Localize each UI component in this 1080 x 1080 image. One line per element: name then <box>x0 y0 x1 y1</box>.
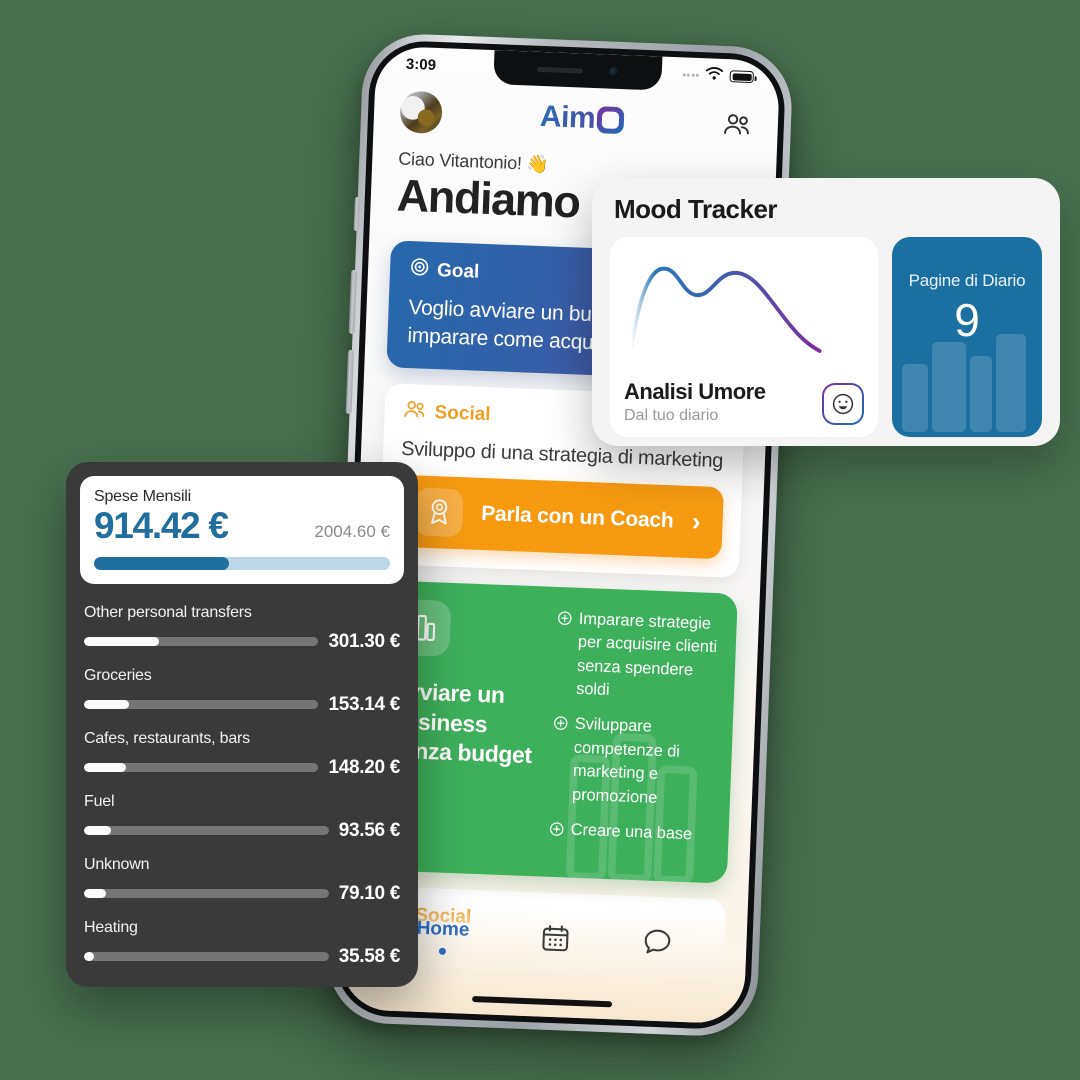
plus-circle-icon <box>555 609 573 701</box>
expense-row-fill <box>84 826 111 836</box>
expense-row-name: Heating <box>84 918 138 936</box>
mood-tracker-body: Analisi Umore Dal tuo diario Pagine di D… <box>610 237 1042 437</box>
expense-row[interactable]: Fuel 93.56 € <box>84 793 400 842</box>
expense-row-value: 153.14 € <box>328 693 400 715</box>
expense-row-fill <box>84 700 129 710</box>
expenses-amount-row: 914.42 € 2004.60 € <box>94 505 390 546</box>
expense-row-fill <box>84 763 127 773</box>
diary-pages-tile[interactable]: Pagine di Diario 9 <box>892 237 1042 437</box>
target-icon <box>410 257 430 283</box>
smiley-face-icon[interactable] <box>822 383 864 425</box>
diary-pages-label: Pagine di Diario <box>908 271 1026 290</box>
expenses-progress-fill <box>94 556 229 570</box>
aim-logo-mark-icon <box>596 105 625 134</box>
expense-row-value: 35.58 € <box>338 945 401 967</box>
calendar-icon <box>540 923 571 959</box>
people-icon <box>402 400 427 425</box>
expense-row-track <box>84 637 319 647</box>
status-time: 3:09 <box>405 55 437 74</box>
expense-row[interactable]: Groceries 153.14 € <box>84 667 400 716</box>
tab-home-label: Home <box>416 917 470 941</box>
expense-row-track <box>84 763 319 773</box>
expense-row-fill <box>84 637 160 647</box>
expense-row-value: 79.10 € <box>338 882 401 904</box>
expense-row[interactable]: Cafes, restaurants, bars 148.20 € <box>84 730 400 779</box>
mood-analysis-subtitle: Dal tuo diario <box>624 407 719 424</box>
signal-dots-icon <box>682 72 699 77</box>
plus-circle-icon <box>549 820 564 844</box>
battery-icon <box>729 70 754 84</box>
expense-row-track <box>84 889 329 899</box>
tab-home[interactable]: Home <box>416 918 470 956</box>
mood-line-chart <box>624 249 864 361</box>
expense-row-fill <box>84 889 107 899</box>
front-camera-icon <box>608 66 620 78</box>
expense-row-name: Cafes, restaurants, bars <box>84 729 250 747</box>
list-item: Creare una base <box>549 818 711 850</box>
tab-calendar[interactable] <box>540 923 571 959</box>
list-item-label: Creare una base <box>570 820 693 844</box>
expense-row[interactable]: Heating 35.58 € <box>84 919 400 968</box>
diary-pages-value: 9 <box>954 294 980 346</box>
list-item-label: Sviluppare competenze di marketing e pro… <box>571 715 681 807</box>
expense-row-fill <box>84 952 94 962</box>
mood-tracker-card: Mood Tracker Analisi Umore Dal tuo diari… <box>592 178 1060 446</box>
expense-row-name: Unknown <box>84 855 150 873</box>
list-item: Sviluppare competenze di marketing e pro… <box>551 712 715 812</box>
expense-row-value: 148.20 € <box>328 756 400 778</box>
course-bullets: Imparare strategie per acquisire clienti… <box>549 605 719 862</box>
wifi-icon <box>704 66 724 85</box>
expense-row-value: 93.56 € <box>338 819 401 841</box>
expense-row-track <box>84 952 329 962</box>
expenses-summary-card: Spese Mensili 914.42 € 2004.60 € <box>80 476 404 584</box>
tab-chat[interactable] <box>642 926 673 962</box>
expense-row-name: Groceries <box>84 666 152 684</box>
mood-analysis-card[interactable]: Analisi Umore Dal tuo diario <box>610 237 878 437</box>
chevron-right-icon: › <box>691 506 702 537</box>
expense-row-track <box>84 826 329 836</box>
coach-button-label: Parla con un Coach <box>480 501 674 533</box>
notch <box>493 50 663 91</box>
mood-tracker-title: Mood Tracker <box>614 194 778 224</box>
people-icon[interactable] <box>721 113 752 136</box>
goal-label: Goal <box>436 259 480 283</box>
social-label: Social <box>434 401 491 425</box>
expense-row-value: 301.30 € <box>328 630 400 652</box>
aim-logo: Aim <box>539 99 625 137</box>
chat-bubble-icon <box>642 926 673 962</box>
course-card[interactable]: Avviare un business senza budget Imparar… <box>366 579 738 885</box>
expense-row[interactable]: Unknown 79.10 € <box>84 856 400 905</box>
expense-row[interactable]: Other personal transfers 301.30 € <box>84 604 400 653</box>
avatar[interactable] <box>399 90 443 135</box>
mood-analysis-heading: Analisi Umore <box>624 379 766 404</box>
expense-row-name: Fuel <box>84 792 115 810</box>
medal-icon <box>413 487 464 537</box>
expense-rows-list: Other personal transfers 301.30 € Grocerie… <box>80 584 404 968</box>
talk-to-coach-button[interactable]: Parla con un Coach › <box>397 474 724 559</box>
logo-text: Aim <box>539 99 596 136</box>
monthly-expenses-panel: Spese Mensili 914.42 € 2004.60 € Other p… <box>66 462 418 987</box>
mood-analysis-footer: Analisi Umore Dal tuo diario <box>624 379 864 425</box>
expenses-total: 2004.60 € <box>314 521 390 541</box>
list-item-label: Imparare strategie per acquisire clienti… <box>575 609 718 699</box>
earpiece-speaker <box>536 66 583 74</box>
list-item: Imparare strategie per acquisire clienti… <box>555 607 719 707</box>
expense-row-name: Other personal transfers <box>84 603 252 621</box>
expense-row-track <box>84 700 319 710</box>
active-tab-dot <box>438 947 446 955</box>
expenses-progress-track <box>94 556 390 570</box>
plus-circle-icon <box>551 714 569 806</box>
expenses-summary-label: Spese Mensili <box>94 488 192 505</box>
expenses-amount: 914.42 € <box>94 505 229 546</box>
